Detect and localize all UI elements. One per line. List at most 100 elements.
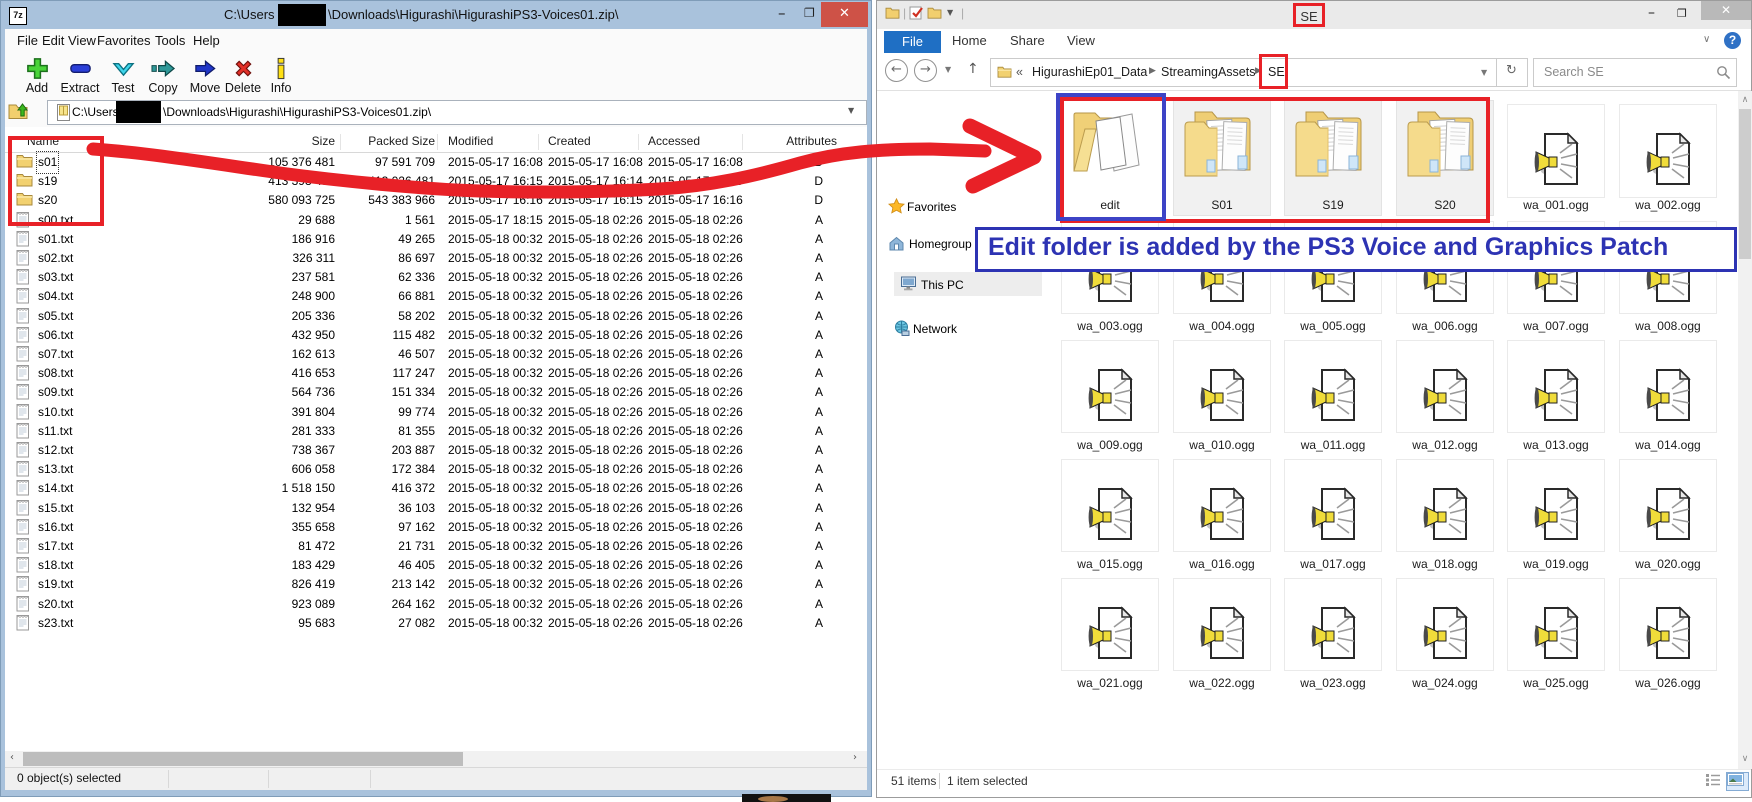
column-header[interactable]: Size: [185, 134, 335, 148]
help-icon[interactable]: ?: [1724, 32, 1741, 49]
file-item-wa_022.ogg[interactable]: [1173, 578, 1271, 671]
file-item-wa_009.ogg[interactable]: [1061, 340, 1159, 433]
maximize-button[interactable]: ❐: [804, 6, 815, 20]
address-dropdown-icon[interactable]: ▼: [848, 106, 854, 115]
minimize-button[interactable]: –: [1648, 5, 1655, 21]
table-row[interactable]: s17.txt81 47221 7312015-05-18 00:322015-…: [5, 537, 861, 556]
scrollbar-thumb[interactable]: [1739, 109, 1751, 259]
table-row[interactable]: s02.txt326 31186 6972015-05-18 00:322015…: [5, 249, 861, 268]
history-dropdown-icon[interactable]: ▼: [945, 65, 951, 74]
table-row[interactable]: s06.txt432 950115 4822015-05-18 00:32201…: [5, 326, 861, 345]
table-row[interactable]: s01105 376 48197 591 7092015-05-17 16:08…: [5, 153, 861, 172]
search-box[interactable]: Search SE: [1533, 58, 1737, 87]
minimize-button[interactable]: –: [778, 4, 786, 22]
sidebar-item-network[interactable]: Network: [913, 322, 957, 336]
table-row[interactable]: s18.txt183 42946 4052015-05-18 00:322015…: [5, 556, 861, 575]
sidebar-item-this-pc[interactable]: This PC: [921, 278, 964, 292]
table-row[interactable]: s20580 093 725543 383 9662015-05-17 16:1…: [5, 191, 861, 210]
sidebar-item-homegroup[interactable]: Homegroup: [909, 237, 972, 251]
file-item-wa_014.ogg[interactable]: [1619, 340, 1717, 433]
vertical-scrollbar[interactable]: ∧ ∨: [1738, 91, 1752, 769]
table-row[interactable]: s07.txt162 61346 5072015-05-18 00:322015…: [5, 345, 861, 364]
thumbnail-view-button[interactable]: [1726, 772, 1749, 791]
address-dropdown-icon[interactable]: ▼: [1481, 68, 1487, 77]
column-header[interactable]: Attributes: [742, 134, 837, 148]
file-item-wa_010.ogg[interactable]: [1173, 340, 1271, 433]
table-row[interactable]: s20.txt923 089264 1622015-05-18 00:32201…: [5, 595, 861, 614]
file-item-wa_024.ogg[interactable]: [1396, 578, 1494, 671]
table-row[interactable]: s13.txt606 058172 3842015-05-18 00:32201…: [5, 460, 861, 479]
sidebar-item-favorites[interactable]: Favorites: [907, 200, 956, 214]
table-row[interactable]: s23.txt95 68327 0822015-05-18 00:322015-…: [5, 614, 861, 633]
menu-file[interactable]: File: [17, 33, 38, 48]
breadcrumb-collapse[interactable]: «: [1016, 65, 1023, 79]
file-item-wa_018.ogg[interactable]: [1396, 459, 1494, 552]
breadcrumb-item-1[interactable]: StreamingAssets: [1161, 65, 1255, 79]
horizontal-scrollbar[interactable]: ‹ ›: [5, 751, 867, 767]
breadcrumb-chevron-icon[interactable]: ▶: [1149, 66, 1156, 76]
toolbar-info-button[interactable]: Info: [255, 55, 307, 95]
menu-edit[interactable]: Edit: [42, 33, 64, 48]
folder-up-button[interactable]: [8, 101, 34, 123]
file-item-wa_002.ogg[interactable]: [1619, 104, 1717, 198]
table-row[interactable]: s19413 393 453413 026 4812015-05-17 16:1…: [5, 172, 861, 191]
back-button[interactable]: ←: [885, 59, 908, 82]
file-item-wa_023.ogg[interactable]: [1284, 578, 1382, 671]
ribbon-collapse-icon[interactable]: ∨: [1703, 34, 1710, 45]
table-row[interactable]: s10.txt391 80499 7742015-05-18 00:322015…: [5, 403, 861, 422]
file-item-wa_025.ogg[interactable]: [1507, 578, 1605, 671]
menu-view[interactable]: View: [68, 33, 96, 48]
column-header[interactable]: Packed Size: [340, 134, 435, 148]
qat-newfolder-icon[interactable]: [927, 6, 942, 22]
close-button[interactable]: ✕: [1701, 1, 1751, 20]
table-row[interactable]: s03.txt237 58162 3362015-05-18 00:322015…: [5, 268, 861, 287]
tab-view[interactable]: View: [1067, 33, 1095, 48]
tab-share[interactable]: Share: [1010, 33, 1045, 48]
qat-properties-icon[interactable]: [909, 6, 924, 23]
forward-button[interactable]: →: [914, 59, 937, 82]
tab-file[interactable]: File: [884, 31, 941, 53]
file-item-wa_019.ogg[interactable]: [1507, 459, 1605, 552]
table-row[interactable]: s05.txt205 33658 2022015-05-18 00:322015…: [5, 307, 861, 326]
scrollbar-thumb[interactable]: [23, 752, 463, 766]
file-item-wa_021.ogg[interactable]: [1061, 578, 1159, 671]
scroll-right-icon[interactable]: ›: [853, 752, 857, 763]
file-item-wa_017.ogg[interactable]: [1284, 459, 1382, 552]
file-item-wa_001.ogg[interactable]: [1507, 104, 1605, 198]
column-header[interactable]: Modified: [448, 134, 493, 148]
table-row[interactable]: s00.txt29 6881 5612015-05-17 18:152015-0…: [5, 211, 861, 230]
file-item-wa_012.ogg[interactable]: [1396, 340, 1494, 433]
details-view-icon[interactable]: [1705, 773, 1721, 790]
qat-folder-icon[interactable]: [885, 6, 900, 22]
file-item-wa_016.ogg[interactable]: [1173, 459, 1271, 552]
close-button[interactable]: ✕: [821, 2, 868, 27]
scroll-left-icon[interactable]: ‹: [10, 752, 14, 763]
breadcrumb-item-0[interactable]: HigurashiEp01_Data: [1032, 65, 1147, 79]
table-row[interactable]: s01.txt186 91649 2652015-05-18 00:322015…: [5, 230, 861, 249]
tab-home[interactable]: Home: [952, 33, 987, 48]
file-item-wa_020.ogg[interactable]: [1619, 459, 1717, 552]
up-button[interactable]: ↑: [967, 61, 979, 77]
qat-dropdown-icon[interactable]: ▼: [947, 8, 953, 17]
column-header[interactable]: Accessed: [648, 134, 700, 148]
file-item-wa_026.ogg[interactable]: [1619, 578, 1717, 671]
table-row[interactable]: s09.txt564 736151 3342015-05-18 00:32201…: [5, 383, 861, 402]
address-bar[interactable]: « HigurashiEp01_Data ▶ StreamingAssets ▶…: [990, 58, 1497, 87]
scroll-up-icon[interactable]: ∧: [1738, 95, 1752, 105]
table-row[interactable]: s11.txt281 33381 3552015-05-18 00:322015…: [5, 422, 861, 441]
table-row[interactable]: s19.txt826 419213 1422015-05-18 00:32201…: [5, 575, 861, 594]
maximize-button[interactable]: ❐: [1677, 7, 1687, 20]
table-row[interactable]: s08.txt416 653117 2472015-05-18 00:32201…: [5, 364, 861, 383]
table-row[interactable]: s14.txt1 518 150416 3722015-05-18 00:322…: [5, 479, 861, 498]
table-row[interactable]: s12.txt738 367203 8872015-05-18 00:32201…: [5, 441, 861, 460]
address-field[interactable]: C:\Users \Downloads\Higurashi\HigurashiP…: [47, 100, 867, 125]
menu-favorites[interactable]: Favorites: [97, 33, 150, 48]
table-row[interactable]: s16.txt355 65897 1622015-05-18 00:322015…: [5, 518, 861, 537]
file-item-wa_013.ogg[interactable]: [1507, 340, 1605, 433]
table-row[interactable]: s04.txt248 90066 8812015-05-18 00:322015…: [5, 287, 861, 306]
file-item-wa_011.ogg[interactable]: [1284, 340, 1382, 433]
column-header[interactable]: Created: [548, 134, 591, 148]
menu-help[interactable]: Help: [193, 33, 220, 48]
search-icon[interactable]: [1716, 65, 1731, 83]
file-item-wa_015.ogg[interactable]: [1061, 459, 1159, 552]
